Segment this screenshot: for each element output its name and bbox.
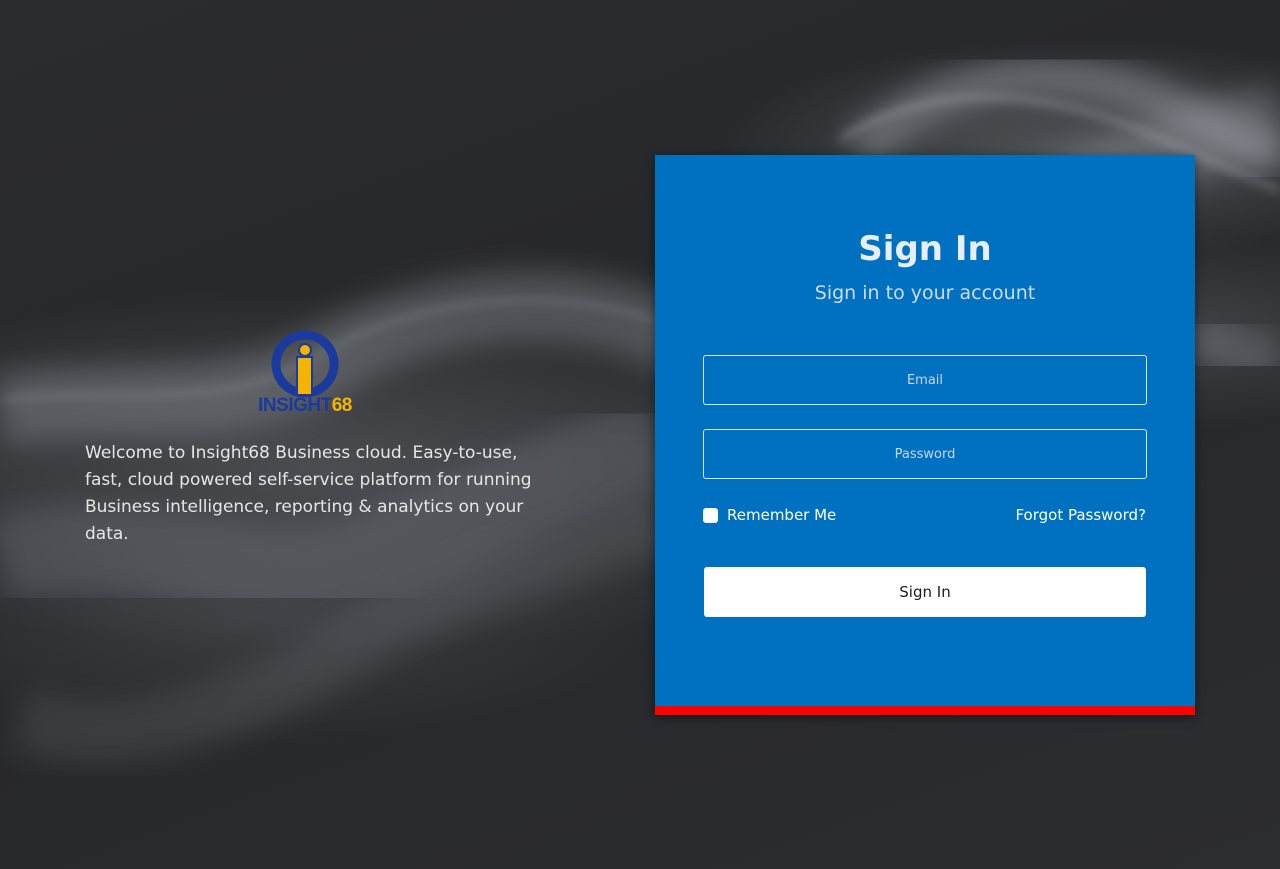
logo-wordmark: INSIGHT68 [235,396,375,416]
logo-icon [271,330,339,398]
remember-me-checkbox[interactable] [703,507,718,523]
welcome-text: Welcome to Insight68 Business cloud. Eas… [85,443,532,544]
signin-button[interactable]: Sign In [704,567,1146,617]
signin-card: Sign In Sign in to your account Remember… [655,155,1195,715]
signin-title: Sign In [858,229,992,269]
signin-subtitle: Sign in to your account [814,282,1036,304]
email-field[interactable] [703,355,1147,405]
remember-me-label: Remember Me [727,506,837,524]
forgot-password-link[interactable]: Forgot Password? [1015,505,1146,525]
logo-wordmark-68: 68 [331,395,353,416]
remember-me[interactable]: Remember Me [703,505,836,525]
card-accent-bar [655,706,1195,715]
insight68-logo: INSIGHT68 [235,330,375,420]
logo-wordmark-insight: INSIGHT [258,395,332,416]
password-field[interactable] [703,429,1147,479]
